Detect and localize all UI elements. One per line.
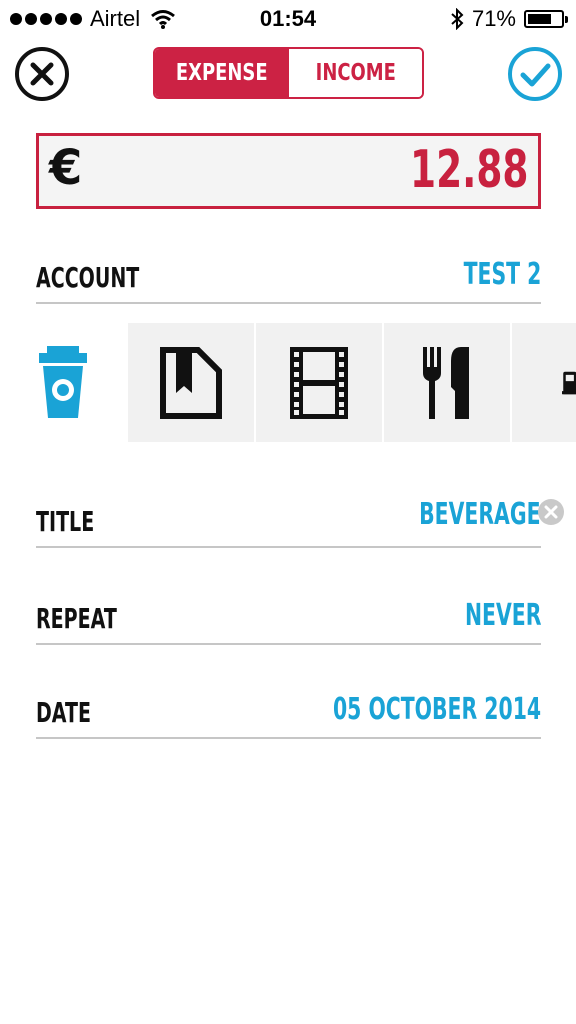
income-tab[interactable]: INCOME <box>288 49 422 97</box>
book-icon <box>160 346 222 419</box>
film-icon <box>290 346 348 419</box>
cutlery-icon <box>423 346 469 419</box>
account-row[interactable]: ACCOUNT TEST 2 <box>36 254 541 304</box>
account-value: TEST 2 <box>463 257 541 292</box>
expense-tab[interactable]: EXPENSE <box>155 49 289 97</box>
amount-input[interactable]: € 12.88 <box>36 133 541 209</box>
close-circle-icon[interactable] <box>14 46 70 102</box>
repeat-label: REPEAT <box>36 602 117 635</box>
currency-symbol: € <box>49 140 83 196</box>
category-book[interactable] <box>128 323 254 442</box>
clear-icon[interactable] <box>537 498 565 526</box>
coffee-cup-icon <box>39 345 87 418</box>
date-label: DATE <box>36 696 92 729</box>
category-coffee[interactable] <box>0 323 126 442</box>
checkmark-circle-icon[interactable] <box>507 46 563 102</box>
expense-tab-label: EXPENSE <box>175 60 268 86</box>
category-fuel[interactable] <box>512 323 576 442</box>
fuel-pump-icon <box>562 371 576 394</box>
account-label: ACCOUNT <box>36 261 140 294</box>
battery-percent: 71% <box>471 6 516 31</box>
income-tab-label: INCOME <box>315 60 396 86</box>
category-picker <box>0 323 576 442</box>
type-segmented-control: EXPENSE INCOME <box>153 47 424 99</box>
title-label: TITLE <box>36 505 95 538</box>
status-bar: Airtel 01:54 71% <box>0 0 576 38</box>
title-row[interactable]: TITLE BEVERAGE <box>36 497 541 548</box>
battery-icon <box>524 10 568 28</box>
date-value: 05 OCTOBER 2014 <box>332 692 541 727</box>
repeat-row[interactable]: REPEAT NEVER <box>36 595 541 645</box>
amount-value: 12.88 <box>409 140 528 200</box>
category-food[interactable] <box>384 323 510 442</box>
category-film[interactable] <box>256 323 382 442</box>
title-value[interactable]: BEVERAGE <box>420 497 541 532</box>
status-right: 71% <box>450 6 568 32</box>
date-row[interactable]: DATE 05 OCTOBER 2014 <box>36 689 541 739</box>
bluetooth-icon <box>451 8 464 30</box>
repeat-value: NEVER <box>464 598 541 633</box>
